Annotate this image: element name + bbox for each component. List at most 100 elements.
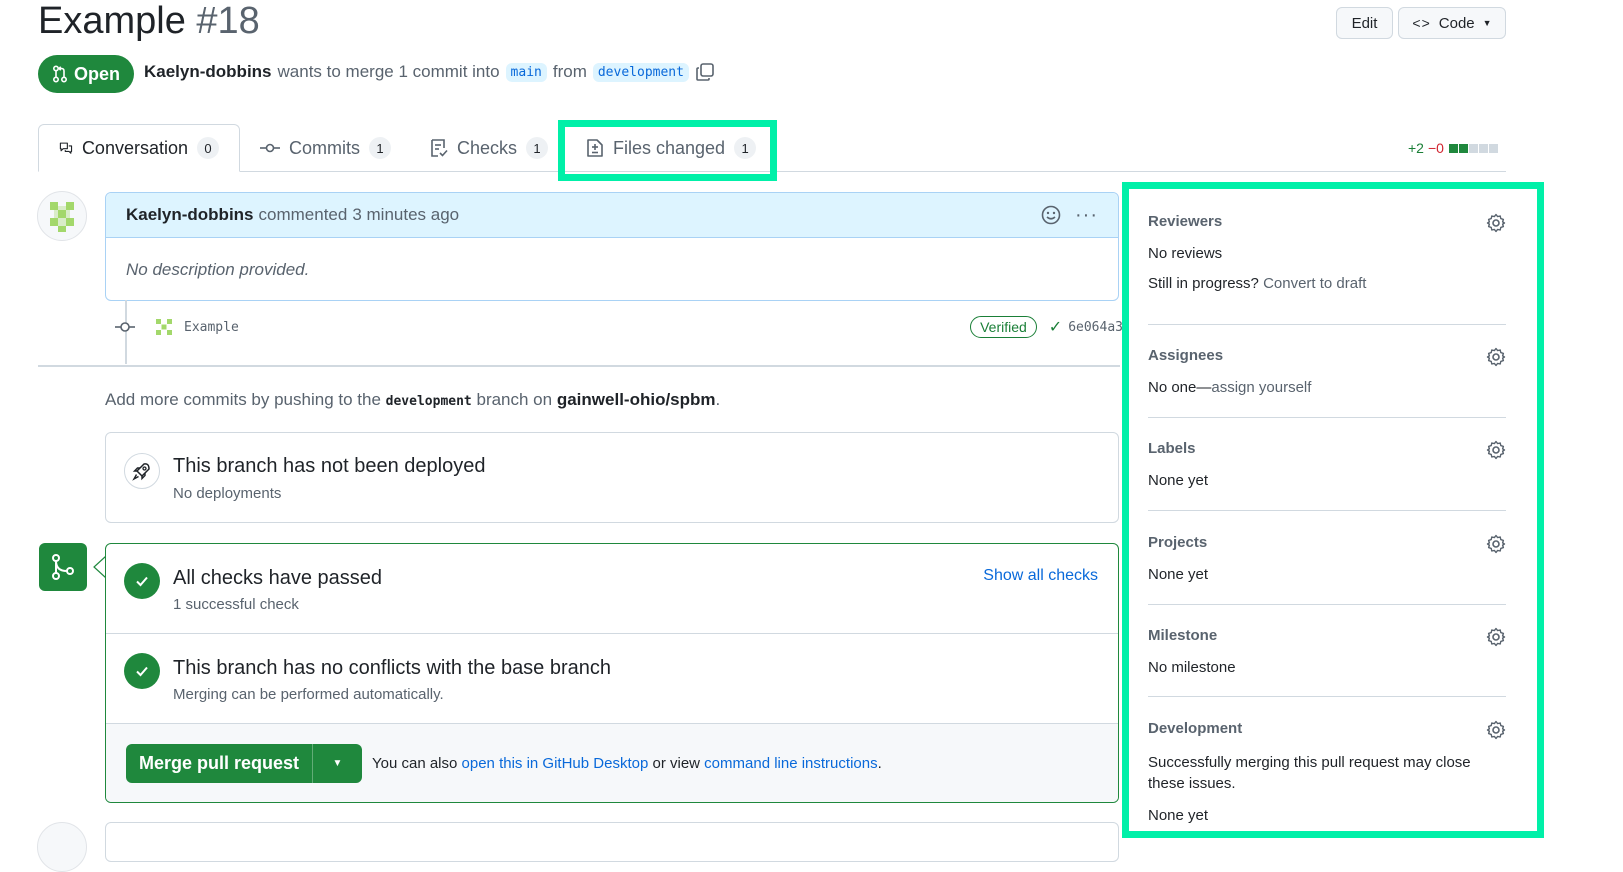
merge-box: All checks have passed 1 successful chec… xyxy=(105,543,1119,803)
diffstat-box xyxy=(1458,143,1468,153)
avatar[interactable] xyxy=(37,191,87,241)
deploy-subtitle: No deployments xyxy=(173,485,282,502)
tab-label: Checks xyxy=(457,137,518,158)
merge-or-text: or view xyxy=(652,755,700,772)
push-hint-prefix: Add more commits by pushing to the xyxy=(105,390,381,409)
sidebar-divider xyxy=(1148,324,1506,325)
conflicts-title: This branch has no conflicts with the ba… xyxy=(173,657,612,679)
diffstat-additions: +2 xyxy=(1408,140,1424,156)
diffstat-box xyxy=(1468,143,1478,153)
identicon xyxy=(50,202,74,232)
conflicts-subtitle: Merging can be performed automatically. xyxy=(173,686,444,703)
gear-icon[interactable] xyxy=(1486,213,1506,233)
milestone-heading[interactable]: Milestone xyxy=(1148,627,1506,644)
gear-icon[interactable] xyxy=(1486,347,1506,367)
show-all-checks-link[interactable]: Show all checks xyxy=(983,567,1098,585)
push-hint-suffix: . xyxy=(715,390,721,409)
timeline-divider xyxy=(38,365,1120,367)
assignees-value: No one—assign yourself xyxy=(1148,379,1506,396)
comment-body: No description provided. xyxy=(126,260,310,279)
milestone-value: No milestone xyxy=(1148,659,1236,676)
checks-row: All checks have passed 1 successful chec… xyxy=(106,544,1118,634)
labels-value: None yet xyxy=(1148,472,1209,489)
pr-number: #18 xyxy=(196,0,260,42)
conversation-icon xyxy=(59,142,73,154)
pr-author-link[interactable]: Kaelyn-dobbins xyxy=(144,62,272,82)
avatar[interactable] xyxy=(37,822,87,872)
diffstat-box xyxy=(1448,143,1458,153)
commit-author-avatar[interactable] xyxy=(153,316,175,338)
tab-checks[interactable]: Checks 1 xyxy=(430,124,549,172)
repo-link[interactable]: gainwell-ohio/spbm xyxy=(557,390,716,409)
gear-icon[interactable] xyxy=(1486,627,1506,647)
development-heading[interactable]: Development xyxy=(1148,720,1506,737)
sidebar-divider xyxy=(1148,696,1506,697)
assign-yourself-link[interactable]: assign yourself xyxy=(1211,379,1311,396)
tab-label: Files changed xyxy=(613,137,726,158)
diffstat-box xyxy=(1488,143,1498,153)
reviewers-value: No reviews xyxy=(1148,245,1223,262)
merge-footer: Merge pull request ▼ You can also open t… xyxy=(106,724,1118,802)
sidebar-labels: Labels None yet xyxy=(1148,440,1506,489)
comment-timestamp[interactable]: 3 minutes ago xyxy=(352,205,459,225)
sidebar-reviewers: Reviewers No reviews Still in progress? … xyxy=(1148,213,1506,292)
commit-sha-link[interactable]: 6e064a3 xyxy=(1068,320,1123,335)
github-desktop-link[interactable]: open this in GitHub Desktop xyxy=(462,755,649,772)
convert-to-draft-link[interactable]: Convert to draft xyxy=(1263,275,1366,292)
tab-counter: 0 xyxy=(197,137,219,159)
gear-icon[interactable] xyxy=(1486,720,1506,740)
labels-heading[interactable]: Labels xyxy=(1148,440,1506,457)
edit-button[interactable]: Edit xyxy=(1336,7,1393,39)
command-line-link[interactable]: command line instructions xyxy=(704,755,877,772)
merge-options-dropdown[interactable]: ▼ xyxy=(313,744,362,783)
assignees-heading[interactable]: Assignees xyxy=(1148,347,1506,364)
base-branch-link[interactable]: main xyxy=(505,62,547,82)
check-circle-icon xyxy=(124,653,160,689)
pr-merge-text: wants to merge 1 commit into xyxy=(277,62,500,81)
copy-icon[interactable] xyxy=(695,62,715,82)
tab-conversation[interactable]: Conversation 0 xyxy=(38,124,240,172)
verified-badge[interactable]: Verified xyxy=(970,316,1037,338)
gear-icon[interactable] xyxy=(1486,440,1506,460)
tab-counter: 1 xyxy=(526,137,549,159)
commit-icon xyxy=(115,322,135,332)
assignees-empty: No one— xyxy=(1148,379,1212,396)
code-button[interactable]: <> Code ▼ xyxy=(1398,7,1506,39)
comment-card: Kaelyn-dobbins commented 3 minutes ago ·… xyxy=(105,192,1119,301)
tab-bar-divider xyxy=(38,171,1506,172)
smiley-icon[interactable] xyxy=(1040,204,1062,226)
head-branch-link[interactable]: development xyxy=(592,62,689,82)
projects-value: None yet xyxy=(1148,566,1209,583)
kebab-menu-icon[interactable]: ··· xyxy=(1075,204,1098,227)
rocket-icon xyxy=(124,453,160,489)
reviewers-heading[interactable]: Reviewers xyxy=(1148,213,1506,230)
comment-author-link[interactable]: Kaelyn-dobbins xyxy=(126,205,254,225)
merge-also-text: You can also xyxy=(372,755,458,772)
tab-commits[interactable]: Commits 1 xyxy=(260,124,391,172)
tab-files-changed[interactable]: Files changed 1 xyxy=(586,124,757,172)
comment-header: Kaelyn-dobbins commented 3 minutes ago ·… xyxy=(106,193,1118,238)
sidebar-projects: Projects None yet xyxy=(1148,534,1506,583)
pr-meta-line: Kaelyn-dobbins wants to merge 1 commit i… xyxy=(144,62,715,82)
code-button-label: Code xyxy=(1438,14,1475,32)
page-title: Example #18 xyxy=(38,0,260,43)
merge-button-label[interactable]: Merge pull request xyxy=(126,744,313,783)
pull-request-icon xyxy=(52,65,67,83)
deployment-status-card: This branch has not been deployed No dep… xyxy=(105,432,1119,523)
file-diff-icon xyxy=(587,139,603,157)
push-hint-middle: branch on xyxy=(476,390,553,409)
check-icon[interactable]: ✓ xyxy=(1049,317,1062,337)
sidebar-divider xyxy=(1148,510,1506,511)
development-description: Successfully merging this pull request m… xyxy=(1148,754,1471,792)
projects-heading[interactable]: Projects xyxy=(1148,534,1506,551)
sidebar-milestone: Milestone No milestone xyxy=(1148,627,1506,676)
gear-icon[interactable] xyxy=(1486,534,1506,554)
merge-pull-request-button[interactable]: Merge pull request ▼ xyxy=(126,744,362,783)
checklist-icon xyxy=(431,139,448,157)
commit-message-link[interactable]: Example xyxy=(184,320,239,335)
pr-state-badge: Open xyxy=(38,55,134,93)
checks-subtitle: 1 successful check xyxy=(173,596,299,613)
development-value: None yet xyxy=(1148,807,1209,824)
diffstat-deletions: −0 xyxy=(1427,140,1444,156)
checks-title: All checks have passed xyxy=(173,567,383,589)
